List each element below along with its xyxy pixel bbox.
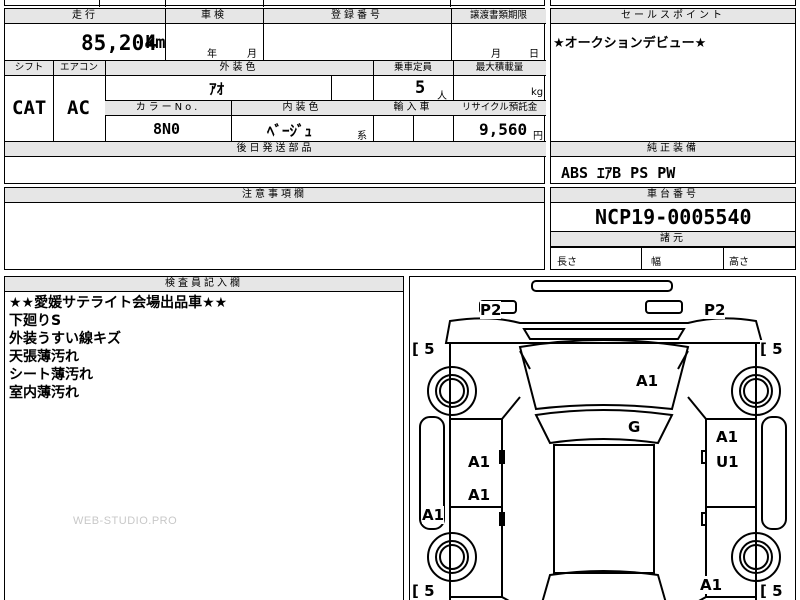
right-rear-door-label: U1 <box>716 453 739 471</box>
top-strip <box>4 0 545 7</box>
mileage-unit: km <box>145 33 166 53</box>
mileage-header: 走行 <box>5 9 165 24</box>
import-car-header: 輸入車 <box>373 101 453 116</box>
windshield-label: G <box>628 418 641 436</box>
tire-fl-label: [ 5 <box>412 340 435 358</box>
transfer-month-unit: 月 <box>491 49 501 60</box>
exterior-color-value: ｱｵ <box>209 80 225 98</box>
top-strip-right <box>550 0 796 6</box>
interior-color-header: 内装色 <box>231 101 373 116</box>
inspector-note: ★★愛媛サテライト会場出品車★★ <box>9 295 228 311</box>
dimensions-header: 諸元 <box>551 232 795 247</box>
right-front-door-label: A1 <box>716 428 739 446</box>
recycle-fee-value: 9,560 <box>479 120 528 139</box>
vehicle-info-table: 走行 車検 登録番号 譲渡書類期限 85,204 km 年 月 月 日 シフト … <box>4 8 546 184</box>
shift-value: CAT <box>12 97 47 119</box>
max-load-header: 最大積載量 <box>453 61 546 76</box>
transfer-day-unit: 日 <box>529 49 539 60</box>
inspector-header: 検査員記入欄 <box>5 277 403 292</box>
front-bumper <box>531 280 673 292</box>
interior-color-suffix: 系 <box>357 131 367 142</box>
watermark: WEB-STUDIO.PRO <box>73 515 178 527</box>
capacity-header: 乗車定員 <box>373 61 453 76</box>
car-outline <box>419 280 787 600</box>
left-sill-label: A1 <box>422 506 445 524</box>
p2-right-label: P2 <box>704 301 726 319</box>
chassis-header: 車台番号 <box>551 188 795 203</box>
width-label: 幅 <box>651 257 661 268</box>
inspector-note: 外装うすい線キズ <box>9 331 121 347</box>
inspector-box: 検査員記入欄 ★★愛媛サテライト会場出品車★★ 下廻りS 外装うすい線キズ 天張… <box>4 276 404 600</box>
color-no-value: 8N0 <box>153 120 181 138</box>
exterior-color-header: 外装色 <box>105 61 373 76</box>
recycle-fee-header: リサイクル預託金 <box>453 101 546 116</box>
standard-equipment-box: 純正装備 ABS ｴｱB PS PW <box>550 141 796 184</box>
tire-fr-label: [ 5 <box>760 340 783 358</box>
chassis-value: NCP19-0005540 <box>595 205 752 229</box>
recycle-fee-unit: 円 <box>533 131 543 142</box>
inspector-note: 下廻りS <box>9 313 62 329</box>
inspector-note: 天張薄汚れ <box>9 349 79 365</box>
hood-label: A1 <box>636 372 659 390</box>
headlight-right <box>645 300 683 314</box>
interior-color-value: ﾍﾞｰｼﾞｭ <box>267 122 313 140</box>
aircon-header: エアコン <box>53 61 105 76</box>
caution-box: 注意事項欄 <box>4 187 545 270</box>
aircon-value: AC <box>67 97 90 119</box>
rear-right-label: A1 <box>700 576 723 594</box>
height-label: 高さ <box>729 257 749 268</box>
shift-header: シフト <box>5 61 53 76</box>
max-load-unit: kg <box>531 87 544 98</box>
roof-outline <box>553 444 655 574</box>
chassis-box: 車台番号 NCP19-0005540 諸元 長さ 幅 高さ <box>550 187 796 270</box>
tire-rl-label: [ 5 <box>412 582 435 600</box>
inspection-month-unit: 月 <box>247 49 257 60</box>
damage-diagram: P2 P2 [ 5 [ 5 A1 G A1 A1 U1 A1 A1 A1 [ 5… <box>409 276 796 600</box>
registration-header: 登録番号 <box>263 9 451 24</box>
standard-equipment-header: 純正装備 <box>551 142 795 157</box>
hood-outline <box>518 339 690 411</box>
length-label: 長さ <box>557 257 577 268</box>
right-sill <box>761 416 787 530</box>
inspection-header: 車検 <box>165 9 263 24</box>
inspection-year-unit: 年 <box>207 49 217 60</box>
p2-left-label: P2 <box>480 301 502 319</box>
capacity-value: 5 <box>415 78 426 98</box>
selling-point-box: セールスポイント ★オークションデビュー★ <box>550 8 796 143</box>
selling-point-header: セールスポイント <box>551 9 795 24</box>
left-front-door-label: A1 <box>468 453 491 471</box>
inspector-note: 室内薄汚れ <box>9 385 79 401</box>
selling-point-text: ★オークションデビュー★ <box>553 36 707 51</box>
tire-rr-label: [ 5 <box>760 582 783 600</box>
windshield-outline <box>534 409 674 445</box>
later-parts-header: 後日発送部品 <box>5 142 546 157</box>
left-rear-door-label: A1 <box>468 486 491 504</box>
standard-equipment-value: ABS ｴｱB PS PW <box>561 164 676 182</box>
color-no-header: カラーNo. <box>105 101 231 116</box>
transfer-deadline-header: 譲渡書類期限 <box>451 9 546 24</box>
inspector-note: シート薄汚れ <box>9 367 93 383</box>
caution-header: 注意事項欄 <box>5 188 544 203</box>
